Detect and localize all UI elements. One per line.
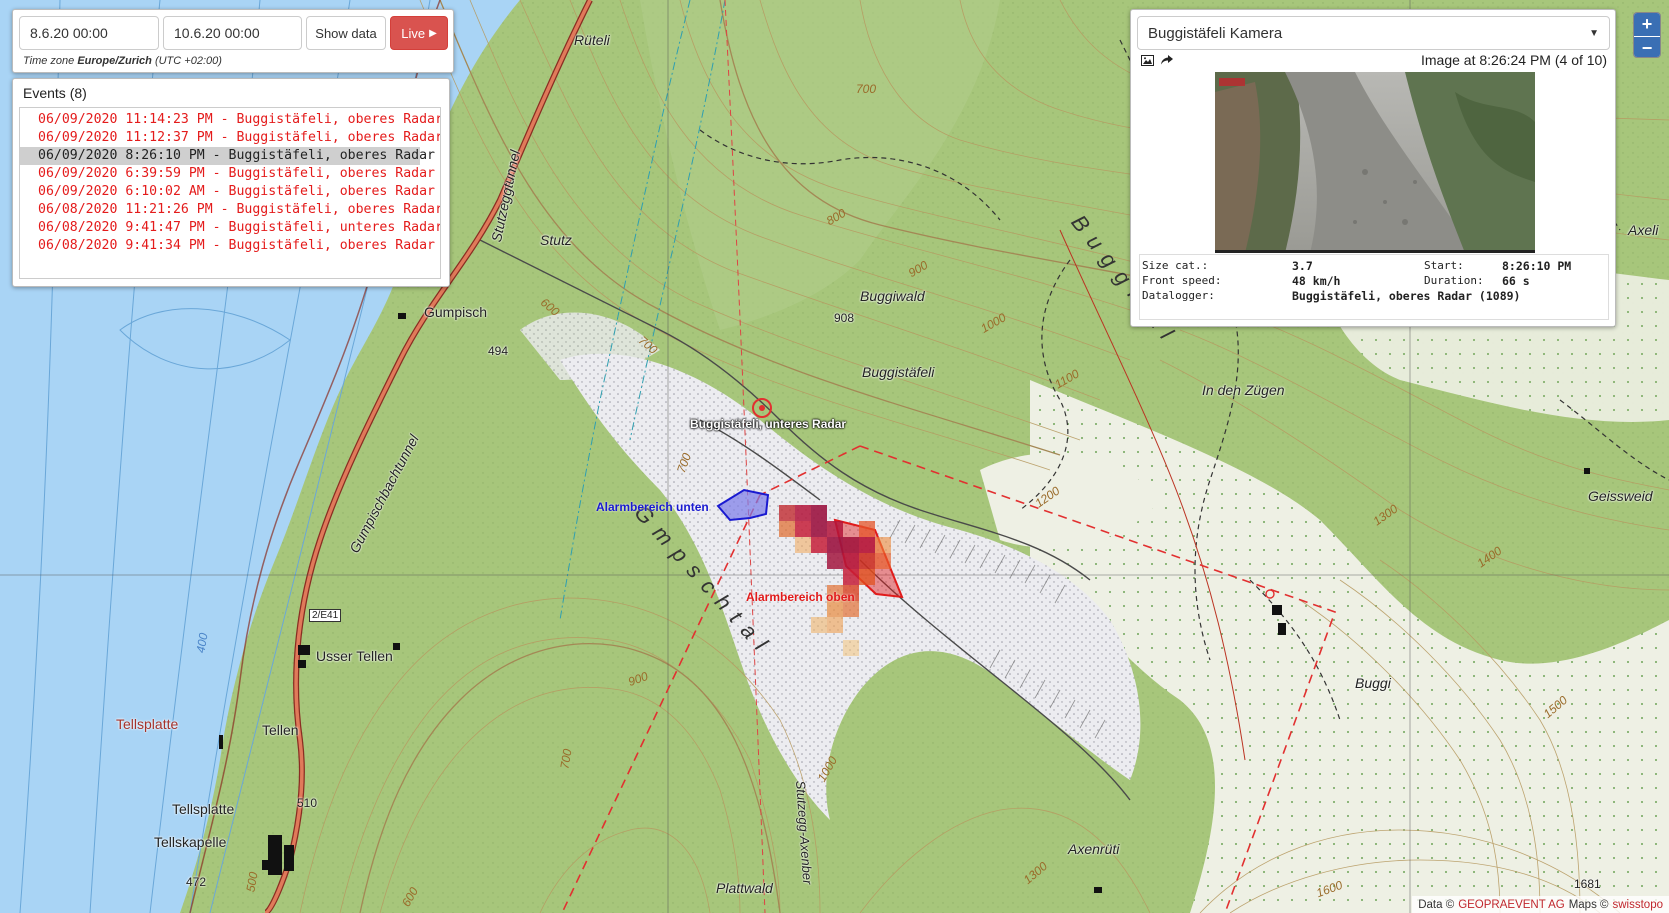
place-buggiwald: Buggiwald <box>860 288 925 304</box>
camera-image[interactable] <box>1215 72 1535 253</box>
road-sign: 2/E41 <box>309 609 342 622</box>
datalogger-value: Buggistäfeli, oberes Radar (1089) <box>1292 289 1521 303</box>
timezone-offset: (UTC +02:00) <box>154 55 222 67</box>
camera-panel: Buggistäfeli Kamera ▼ Image at 8:26:24 P… <box>1130 9 1616 327</box>
time-range-controls: Show data Live ▶ Time zone Europe/Zurich… <box>12 9 454 73</box>
alarm-zone-upper-label: Alarmbereich oben <box>746 590 855 604</box>
size-cat-value: 3.7 <box>1292 259 1313 273</box>
live-button[interactable]: Live ▶ <box>390 16 448 50</box>
place-tellsplatte-red: Tellsplatte <box>116 716 179 732</box>
share-arrow-icon[interactable] <box>1159 52 1175 68</box>
events-title: Events (8) <box>23 85 87 101</box>
zoom-in-button[interactable]: + <box>1634 13 1660 36</box>
map-attribution: Data © GEOPRAEVENT AG Maps © swisstopo <box>1412 896 1669 913</box>
place-geissweid: Geissweid <box>1588 488 1653 504</box>
front-speed-label: Front speed: <box>1142 274 1222 287</box>
zoom-out-button[interactable]: − <box>1634 36 1660 57</box>
place-usser-tellen: Usser Tellen <box>316 648 393 664</box>
start-label: Start: <box>1424 259 1464 272</box>
event-details-table: Size cat.: 3.7 Start: 8:26:10 PM Front s… <box>1139 254 1609 320</box>
place-axeli: Axeli <box>1628 222 1659 238</box>
start-value: 8:26:10 PM <box>1502 259 1572 273</box>
camera-select[interactable]: Buggistäfeli Kamera ▼ <box>1137 16 1610 50</box>
swisstopo-link[interactable]: swisstopo <box>1613 899 1664 911</box>
camera-select-value: Buggistäfeli Kamera <box>1148 24 1283 42</box>
image-icon[interactable] <box>1139 52 1155 68</box>
place-stutz: Stutz <box>540 232 572 248</box>
event-list-item[interactable]: 06/09/2020 11:12:37 PM - Buggistäfeli, o… <box>20 129 440 147</box>
event-list-item[interactable]: 06/08/2020 9:41:47 PM - Buggistäfeli, un… <box>20 219 440 237</box>
events-list[interactable]: 06/09/2020 11:14:23 PM - Buggistäfeli, o… <box>19 107 441 279</box>
chevron-down-icon: ▼ <box>1589 27 1599 39</box>
place-tellsplatte: Tellsplatte <box>172 801 235 817</box>
place-plattwald: Plattwald <box>716 880 773 896</box>
height-1681: 1681 <box>1574 877 1601 891</box>
height-494: 494 <box>488 344 509 358</box>
live-button-label: Live <box>401 25 426 41</box>
place-tellen: Tellen <box>262 722 299 738</box>
attribution-prefix: Data © <box>1418 898 1455 911</box>
event-list-item[interactable]: 06/09/2020 6:39:59 PM - Buggistäfeli, ob… <box>20 165 435 183</box>
event-list-item[interactable]: 06/08/2020 9:41:34 PM - Buggistäfeli, ob… <box>20 237 435 255</box>
place-ruteli: Rüteli <box>574 32 610 48</box>
geopraevent-link[interactable]: GEOPRAEVENT AG <box>1458 899 1565 911</box>
place-axenruti: Axenrüti <box>1068 841 1120 857</box>
place-in-den-zugen: In den Zügen <box>1202 382 1285 398</box>
duration-label: Duration: <box>1424 274 1484 287</box>
radar-lower-label[interactable]: Buggistäfeli, unteres Radar <box>690 417 846 431</box>
alarm-zone-lower-label: Alarmbereich unten <box>596 500 709 514</box>
zoom-control: + − <box>1633 12 1661 58</box>
start-date-input[interactable] <box>19 16 159 50</box>
play-icon: ▶ <box>429 27 437 39</box>
height-908: 908 <box>834 311 855 325</box>
duration-value: 66 s <box>1502 274 1530 288</box>
height-510: 510 <box>297 796 318 810</box>
event-list-item[interactable]: 06/08/2020 11:21:26 PM - Buggistäfeli, o… <box>20 201 440 219</box>
event-list-item[interactable]: 06/09/2020 8:26:10 PM - Buggistäfeli, ob… <box>20 147 435 165</box>
timezone-note: Time zone Europe/Zurich (UTC +02:00) <box>23 55 222 67</box>
datalogger-label: Datalogger: <box>1142 289 1215 302</box>
contour-700: 700 <box>856 82 877 96</box>
event-list-item[interactable]: 06/09/2020 6:10:02 AM - Buggistäfeli, ob… <box>20 183 435 201</box>
end-date-input[interactable] <box>163 16 302 50</box>
events-panel: Events (8) 06/09/2020 11:14:23 PM - Bugg… <box>12 78 450 287</box>
camera-image-info: Image at 8:26:24 PM (4 of 10) <box>1421 52 1607 68</box>
place-tellskapelle: Tellskapelle <box>154 834 227 850</box>
place-buggi: Buggi <box>1355 675 1391 691</box>
event-list-item[interactable]: 06/09/2020 11:14:23 PM - Buggistäfeli, o… <box>20 111 440 129</box>
timezone-name: Europe/Zurich <box>77 55 152 67</box>
front-speed-value: 48 km/h <box>1292 274 1341 288</box>
place-gumpisch: Gumpisch <box>424 304 488 320</box>
timezone-prefix: Time zone <box>23 55 75 67</box>
show-data-button[interactable]: Show data <box>306 16 386 50</box>
attribution-maps: Maps © <box>1568 898 1609 911</box>
size-cat-label: Size cat.: <box>1142 259 1209 272</box>
height-472: 472 <box>186 875 207 889</box>
place-buggistafeli: Buggistäfeli <box>862 364 935 380</box>
